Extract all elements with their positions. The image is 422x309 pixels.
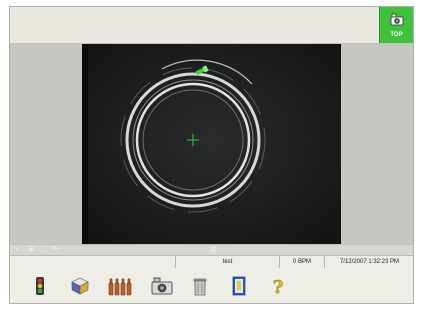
move-tool-icon[interactable]: ✥ [52,246,58,254]
datetime-field: 7/12/2007 1:32:23 PM [324,256,414,268]
top-toolbar: TOP [10,7,413,44]
camera-image [82,44,341,244]
zoom-tool-icon[interactable]: ▣ [28,246,35,254]
fit-tool-icon[interactable]: ▢ [40,246,47,254]
color-cube-icon[interactable] [70,276,90,296]
camera-icon [390,13,404,31]
exit-door-icon[interactable] [229,276,249,296]
svg-text:?: ? [273,277,284,296]
status-bar: test 0 BPM 7/12/2007 1:32:23 PM [10,255,413,269]
pointer-tool-icon[interactable]: ▸ [16,246,20,254]
traffic-light-icon[interactable] [30,276,50,296]
camera-icon[interactable] [151,276,173,296]
bottles-icon[interactable] [108,276,132,296]
image-tool-strip: ▸ ▣ ▢ ✥ ▦ [10,244,413,255]
camera-name-field: test [175,256,279,268]
grid-tool-icon[interactable]: ▦ [210,246,217,254]
top-view-label: TOP [390,31,403,38]
help-icon[interactable]: ? [268,276,288,296]
top-view-button[interactable]: TOP [379,7,413,43]
camera-viewport [10,44,413,244]
rate-field: 0 BPM [279,256,324,268]
inspection-app-window: TOP ▸ ▣ ▢ ✥ ▦ test 0 BPM 7/12/2007 1:32:… [9,6,414,304]
trash-can-icon[interactable] [190,276,210,296]
main-toolbar: ? [10,268,413,303]
